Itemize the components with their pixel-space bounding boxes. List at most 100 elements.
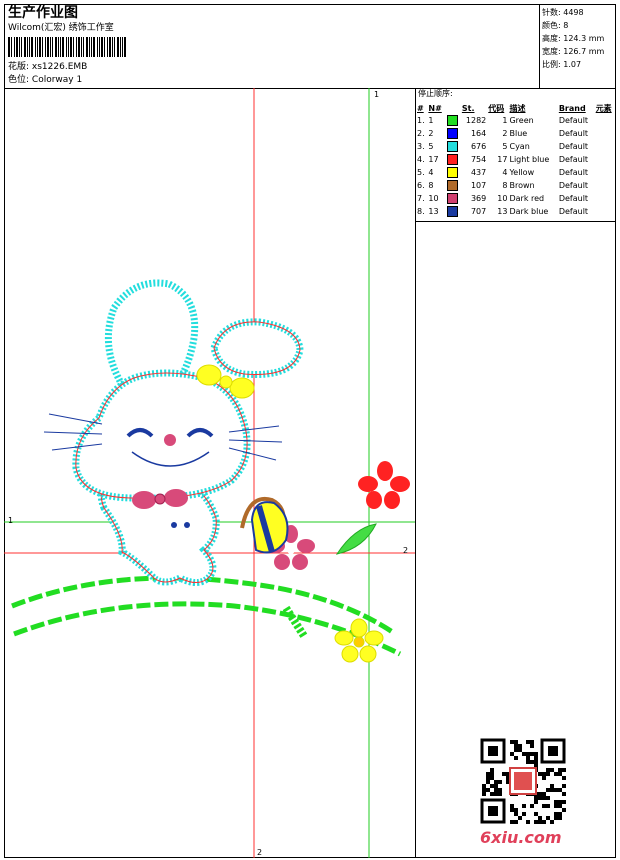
cell-brand: Default [558,129,589,138]
guide-label-v-bottom: 2 [257,848,263,857]
color-swatch [446,180,458,191]
cell-description: Yellow [509,168,535,177]
basket [240,496,289,554]
cell-code: 4 [502,168,508,177]
cell-code: 17 [497,155,508,164]
cell-needle: 13 [428,207,439,216]
table-row: 2. 2 164 2 Blue Default [416,127,616,140]
cell-stitches: 754 [470,155,487,164]
col-index: # [417,103,424,113]
cell-brand: Default [558,142,589,151]
table-header-row: # N# St. 代码 描述 Brand 元素 [416,102,616,114]
cell-needle: 8 [428,181,434,190]
colorway-label: 色位: [8,75,30,85]
color-swatch [446,115,458,126]
col-code: 代码 [488,103,505,113]
cell-brand: Default [558,168,589,177]
table-row: 8. 13 707 13 Dark blue Default [416,205,616,218]
cell-element [595,166,616,179]
cell-index: 7. [417,194,425,203]
cell-swatch [446,140,461,153]
cell-code: 5 [502,142,508,151]
cell-brand: Default [558,194,589,203]
table-row: 4. 17 754 17 Light blue Default [416,153,616,166]
cell-element [595,127,616,140]
guide-label-h-right: 2 [403,546,409,555]
cell-index: 3. [417,142,425,151]
cell-index: 6. [417,181,425,190]
barcode-icon [8,37,126,57]
cell-description: Blue [509,129,528,138]
color-swatch [446,141,458,152]
stat-stitches: 针数: 4498 [542,8,584,17]
cell-brand: Default [558,155,589,164]
cell-index: 4. [417,155,425,164]
color-swatch [446,167,458,178]
col-stitches: St. [461,103,475,113]
cell-brand: Default [558,116,589,125]
col-brand: Brand [558,103,586,113]
cell-element [595,179,616,192]
cell-description: Light blue [509,155,550,164]
table-row: 1. 1 1282 1 Green Default [416,114,616,127]
qr-code-icon [480,738,566,824]
cell-needle: 17 [428,155,439,164]
cell-stitches: 164 [470,129,487,138]
cell-swatch [446,166,461,179]
header-divider [539,4,540,88]
color-swatch [446,128,458,139]
cell-swatch [446,205,461,218]
table-bottom-rule [415,221,616,222]
stats-block: 针数: 4498 颜色: 8 高度: 124.3 mm 宽度: 126.7 mm… [542,6,604,71]
cell-swatch [446,192,461,205]
cell-element [595,192,616,205]
guide-label-h-left: 1 [8,516,14,525]
pattern-label: 花版: [8,62,30,72]
cell-stitches: 676 [470,142,487,151]
cell-index: 2. [417,129,425,138]
cell-stitches: 369 [470,194,487,203]
cell-element [595,205,616,218]
col-needle: N# [428,103,442,113]
col-element: 元素 [595,103,612,113]
color-swatch [446,206,458,217]
stat-width: 宽度: 126.7 mm [542,47,605,56]
cell-description: Dark blue [509,207,549,216]
cell-swatch [446,114,461,127]
grass-tuft [282,605,308,639]
cell-description: Cyan [509,142,530,151]
cell-needle: 10 [428,194,439,203]
cell-stitches: 107 [470,181,487,190]
table-row: 5. 4 437 4 Yellow Default [416,166,616,179]
yellow-flower [334,618,384,663]
cell-needle: 4 [428,168,434,177]
cell-code: 10 [497,194,508,203]
green-leaf [335,523,377,555]
cell-description: Green [509,116,534,125]
cell-swatch [446,153,461,166]
col-description: 描述 [509,103,526,113]
cell-needle: 1 [428,116,434,125]
table-row: 3. 5 676 5 Cyan Default [416,140,616,153]
table-row: 6. 8 107 8 Brown Default [416,179,616,192]
red-flower [358,461,410,509]
pattern-value: xs1226.EMB [31,62,88,72]
cell-element [595,153,616,166]
color-swatch [446,193,458,204]
cell-description: Dark red [509,194,545,203]
cell-brand: Default [558,207,589,216]
cell-index: 8. [417,207,425,216]
col-swatch [446,102,461,114]
cell-swatch [446,127,461,140]
stat-height: 高度: 124.3 mm [542,34,605,43]
sheet-title: 生产作业图 [8,5,78,21]
cell-element [595,114,616,127]
table-row: 7. 10 369 10 Dark red Default [416,192,616,205]
embroidery-design [4,88,415,858]
stop-sequence-title: 停止顺序: [418,89,453,98]
company-name: Wilcom(汇宏) 绣饰工作室 [8,23,114,33]
guide-label-v-top: 1 [374,90,380,99]
cell-code: 1 [502,116,508,125]
cell-stitches: 1282 [465,116,487,125]
cell-index: 5. [417,168,425,177]
